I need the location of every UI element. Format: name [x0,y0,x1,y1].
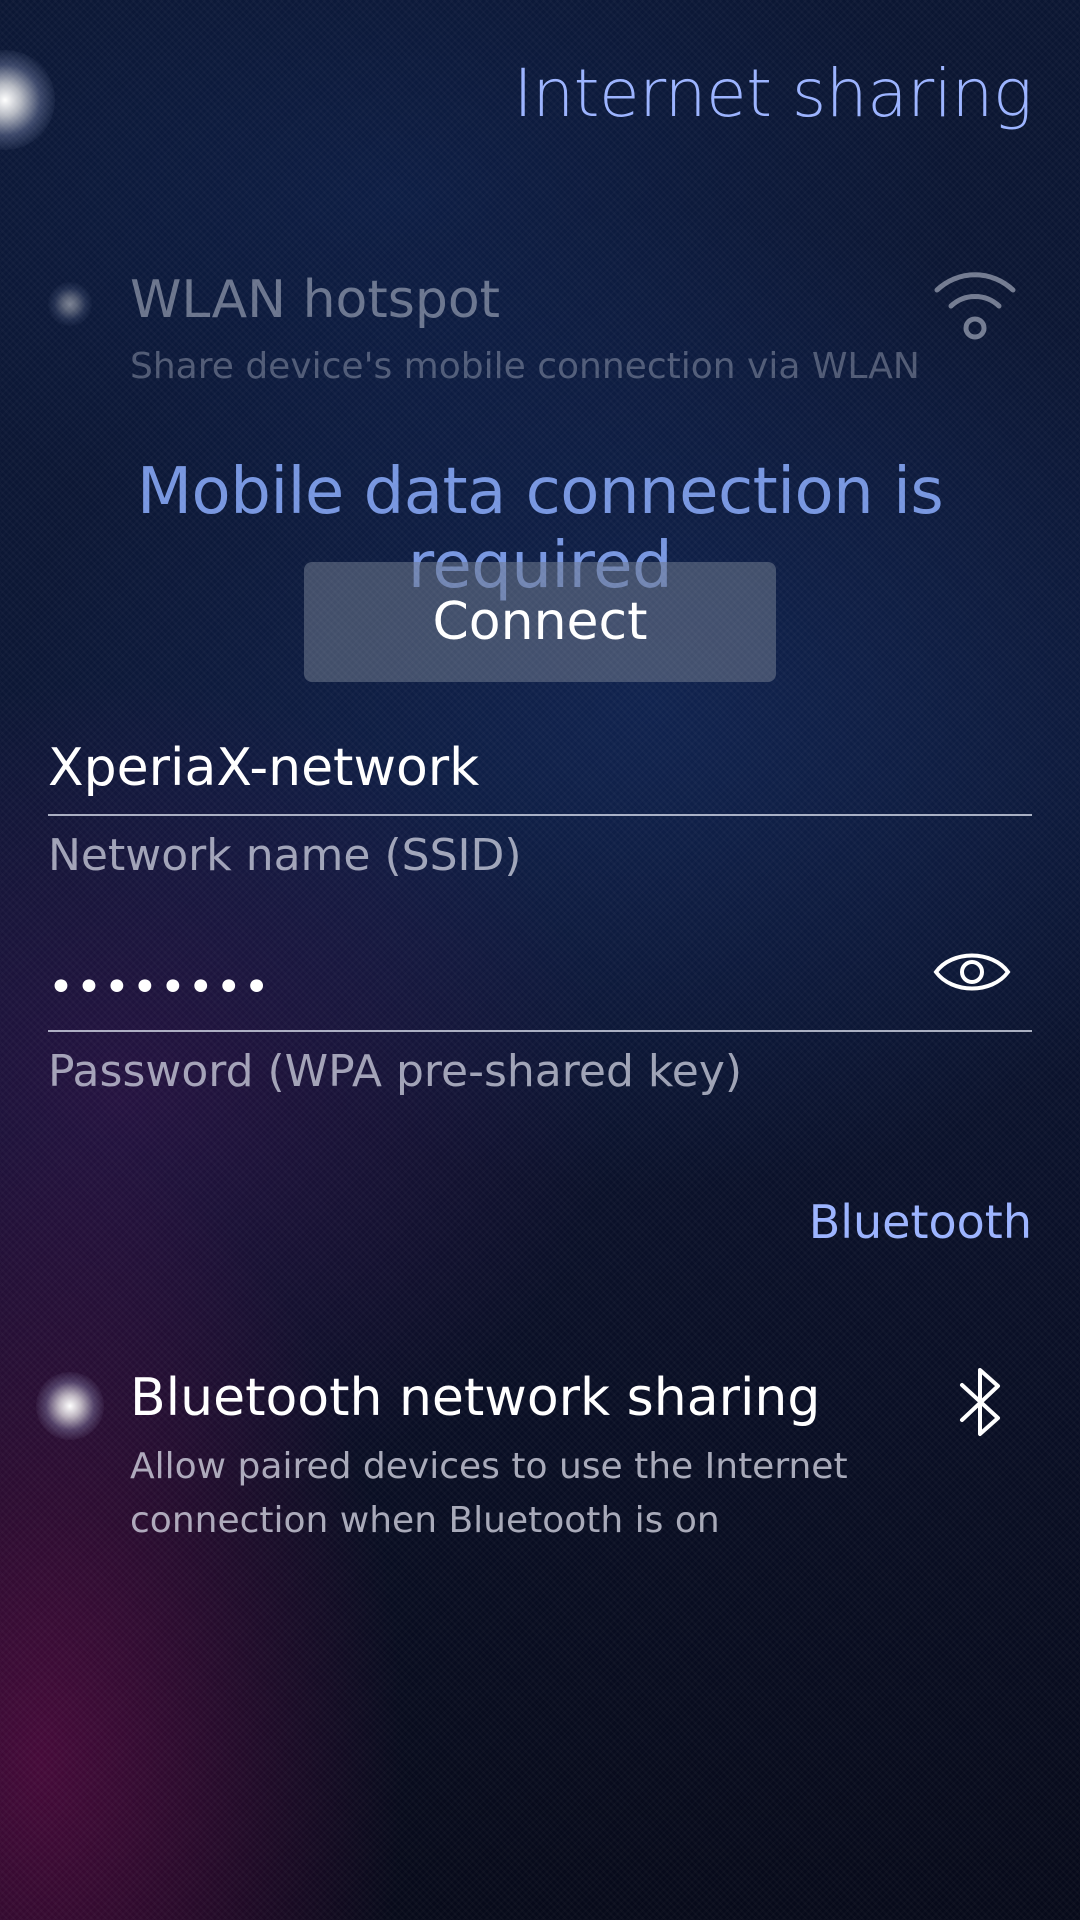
password-input[interactable]: •••••••• [48,962,272,1013]
pulley-menu-indicator[interactable] [0,50,55,150]
password-field[interactable]: •••••••• Password (WPA pre-shared key) [48,952,1032,1112]
wlan-hotspot-item[interactable]: WLAN hotspot Share device's mobile conne… [0,260,1080,400]
wifi-icon [925,260,1025,350]
eye-icon[interactable] [932,942,1012,1002]
ssid-input[interactable]: XperiaX-network [48,738,479,798]
internet-sharing-page: Internet sharing WLAN hotspot Share devi… [0,0,1080,1920]
password-label: Password (WPA pre-shared key) [48,1046,743,1097]
ssid-label: Network name (SSID) [48,830,522,881]
wlan-switch-indicator[interactable] [48,282,92,326]
password-underline [48,1030,1032,1032]
bluetooth-icon [940,1360,1020,1450]
wlan-hotspot-title: WLAN hotspot [130,270,501,330]
bluetooth-sharing-title: Bluetooth network sharing [130,1368,821,1428]
ssid-field[interactable]: XperiaX-network Network name (SSID) [48,738,1032,888]
bluetooth-sharing-item[interactable]: Bluetooth network sharing Allow paired d… [0,1360,1080,1541]
wlan-hotspot-description: Share device's mobile connection via WLA… [130,346,920,387]
connect-button[interactable]: Connect [304,562,776,682]
bluetooth-switch-indicator[interactable] [36,1372,104,1440]
page-title: Internet sharing [513,55,1032,132]
ssid-underline [48,814,1032,816]
bluetooth-sharing-description: Allow paired devices to use the Internet… [130,1446,848,1541]
bluetooth-section-header: Bluetooth [808,1195,1032,1249]
